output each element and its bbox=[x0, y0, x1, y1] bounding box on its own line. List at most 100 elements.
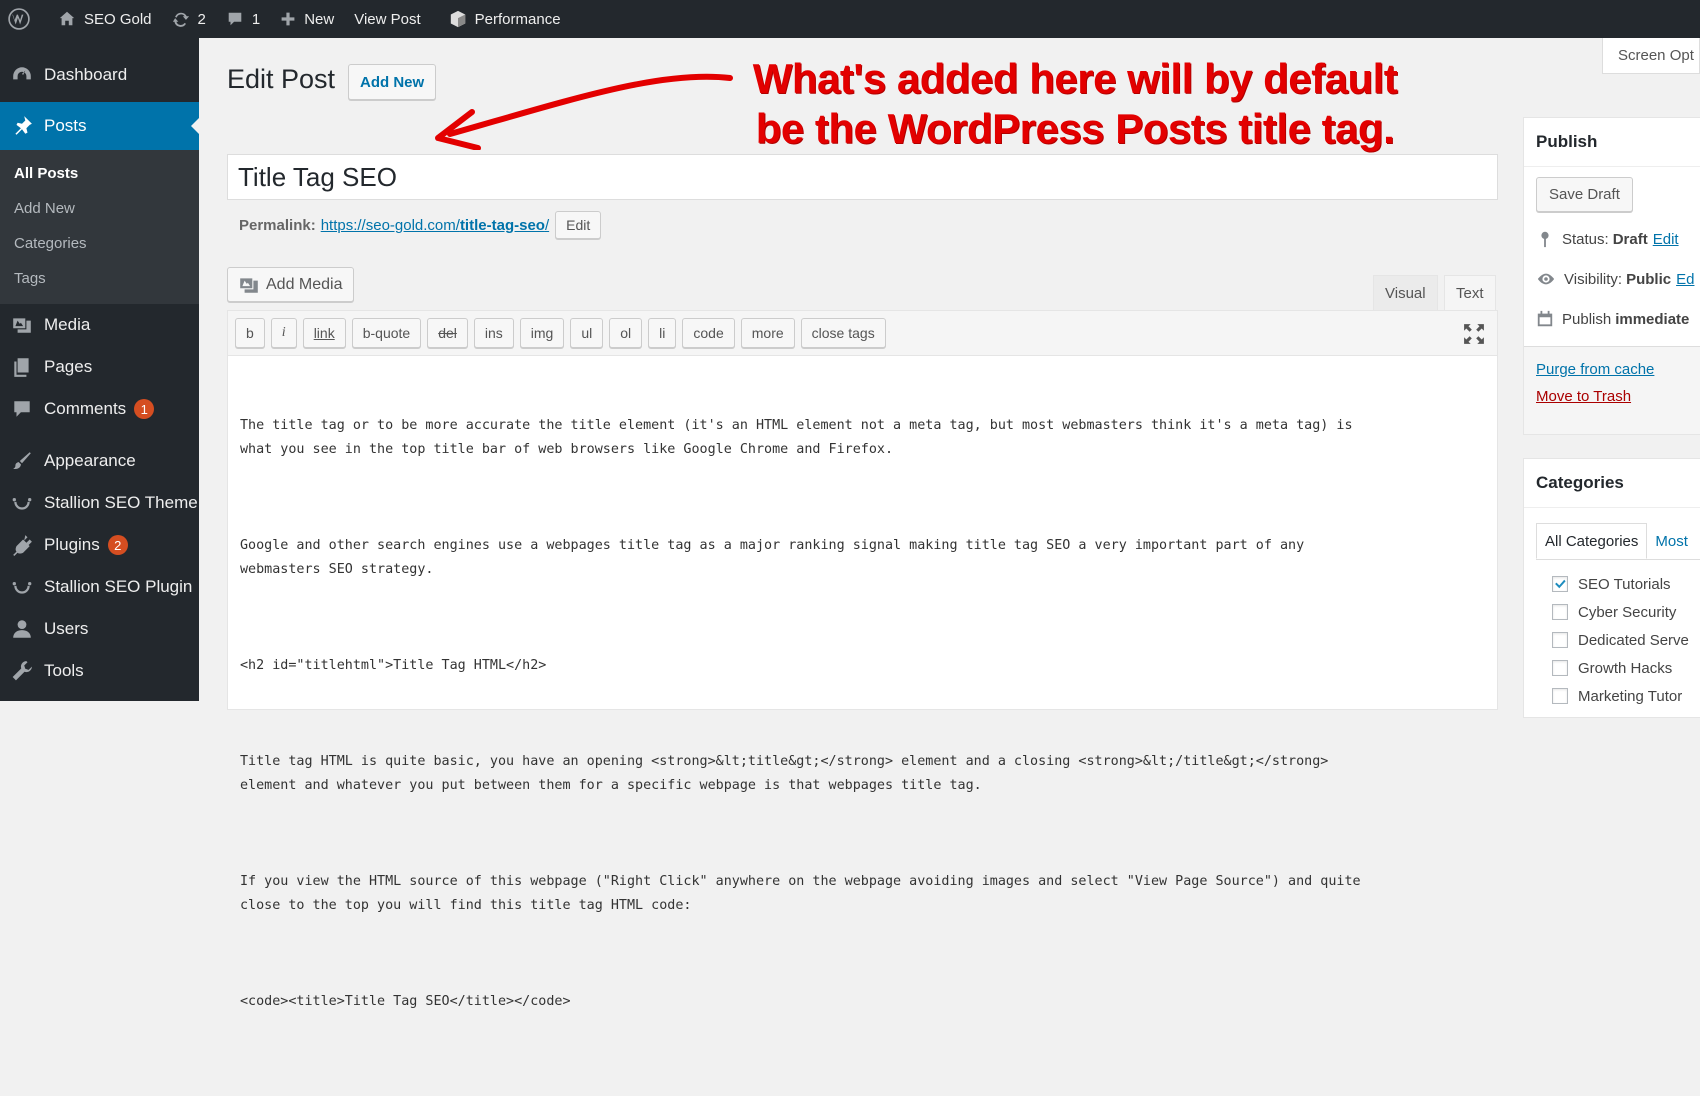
site-name-link[interactable]: SEO Gold bbox=[48, 0, 162, 38]
new-label: New bbox=[304, 10, 335, 28]
submenu-categories[interactable]: Categories bbox=[0, 226, 199, 261]
category-checkbox[interactable] bbox=[1552, 576, 1568, 592]
home-icon bbox=[58, 10, 76, 28]
wordpress-icon bbox=[8, 8, 30, 30]
sidebar-item-dashboard[interactable]: Dashboard bbox=[0, 54, 199, 96]
sidebar-item-appearance[interactable]: Appearance bbox=[0, 440, 199, 482]
sidebar-item-stallion-seo-theme[interactable]: Stallion SEO Theme bbox=[0, 482, 199, 524]
calendar-icon bbox=[1537, 310, 1553, 327]
admin-bar: SEO Gold 2 1 New View Post Performance bbox=[0, 0, 1700, 38]
sidebar-item-plugins[interactable]: Plugins 2 bbox=[0, 524, 199, 566]
status-edit-link[interactable]: Edit bbox=[1653, 231, 1679, 248]
categories-box: Categories All Categories Most SEO Tutor… bbox=[1523, 458, 1700, 718]
qt-ul-button[interactable]: ul bbox=[570, 318, 604, 348]
sidebar-item-stallion-seo-plugin[interactable]: Stallion SEO Plugin bbox=[0, 566, 199, 608]
sidebar-item-label: Stallion SEO Plugin bbox=[44, 577, 193, 596]
annotation-arrow bbox=[435, 73, 733, 150]
sidebar-item-label: Comments bbox=[44, 399, 127, 418]
fullscreen-icon[interactable] bbox=[1463, 323, 1485, 350]
visibility-edit-link[interactable]: Ed bbox=[1676, 271, 1694, 288]
visibility-row: Visibility: Public Ed bbox=[1536, 270, 1694, 288]
qt-link-button[interactable]: link bbox=[302, 318, 346, 348]
move-to-trash-link[interactable]: Move to Trash bbox=[1536, 388, 1631, 405]
sidebar-item-label: Tools bbox=[44, 661, 84, 680]
updates-link[interactable]: 2 bbox=[162, 0, 216, 38]
category-checkbox[interactable] bbox=[1552, 688, 1568, 704]
permalink-base: https://seo-gold.com/ bbox=[320, 216, 460, 234]
category-label: Growth Hacks bbox=[1578, 659, 1673, 677]
category-checkbox[interactable] bbox=[1552, 604, 1568, 620]
qt-ol-button[interactable]: ol bbox=[609, 318, 643, 348]
qt-close-tags-button[interactable]: close tags bbox=[800, 318, 886, 348]
permalink-link[interactable]: https://seo-gold.com/title-tag-seo/ bbox=[321, 217, 549, 234]
sidebar-item-tools[interactable]: Tools bbox=[0, 650, 199, 692]
sidebar-item-label: Dashboard bbox=[44, 65, 128, 84]
qt-del-button[interactable]: del bbox=[427, 318, 468, 348]
add-media-button[interactable]: Add Media bbox=[227, 267, 354, 302]
brush-icon bbox=[10, 449, 34, 473]
editor-textarea[interactable]: The title tag or to be more accurate the… bbox=[228, 356, 1497, 1096]
tab-most-used[interactable]: Most bbox=[1647, 523, 1696, 559]
tab-all-categories[interactable]: All Categories bbox=[1536, 523, 1648, 559]
qt-code-button[interactable]: code bbox=[682, 318, 735, 348]
category-checkbox[interactable] bbox=[1552, 660, 1568, 676]
category-label: Dedicated Serve bbox=[1578, 631, 1689, 649]
sidebar-item-comments[interactable]: Comments 1 bbox=[0, 388, 199, 430]
permalink-slug: title-tag-seo bbox=[459, 216, 545, 234]
pin-icon bbox=[10, 114, 34, 138]
status-row: Status: Draft Edit bbox=[1536, 230, 1679, 248]
qt-ins-button[interactable]: ins bbox=[473, 318, 514, 348]
annotation-text: What's added here will by default be the… bbox=[715, 54, 1435, 154]
plus-icon bbox=[280, 11, 296, 27]
categories-heading: Categories bbox=[1524, 459, 1700, 508]
view-post-link[interactable]: View Post bbox=[344, 0, 430, 38]
qt-blockquote-button[interactable]: b-quote bbox=[351, 318, 422, 348]
smile-icon bbox=[10, 575, 34, 599]
comments-link[interactable]: 1 bbox=[216, 0, 270, 38]
performance-link[interactable]: Performance bbox=[439, 0, 571, 38]
editor-paragraph: <h2 id="titlehtml">Title Tag HTML</h2> bbox=[240, 658, 547, 673]
tab-text[interactable]: Text bbox=[1444, 275, 1496, 310]
qt-img-button[interactable]: img bbox=[519, 318, 565, 348]
comments-badge: 1 bbox=[134, 399, 155, 419]
sidebar-item-label: Media bbox=[44, 315, 91, 334]
updates-icon bbox=[172, 10, 190, 28]
comments-icon bbox=[10, 397, 34, 421]
category-checkbox[interactable] bbox=[1552, 632, 1568, 648]
sidebar-item-users[interactable]: Users bbox=[0, 608, 199, 650]
publish-box: Publish Save Draft Status: Draft Edit Vi… bbox=[1523, 117, 1700, 435]
submenu-add-new[interactable]: Add New bbox=[0, 191, 199, 226]
post-title-input[interactable]: Title Tag SEO bbox=[227, 154, 1498, 200]
qt-italic-button[interactable]: i bbox=[270, 318, 297, 348]
category-tabs: All Categories Most bbox=[1536, 523, 1696, 559]
add-media-label: Add Media bbox=[266, 275, 343, 293]
list-item: Marketing Tutor bbox=[1536, 682, 1700, 710]
editor-paragraph: Title tag HTML is quite basic, you have … bbox=[240, 754, 1329, 793]
plugins-badge: 2 bbox=[107, 535, 128, 555]
submenu-tags[interactable]: Tags bbox=[0, 261, 199, 296]
screen-options-tab[interactable]: Screen Opt bbox=[1602, 38, 1700, 74]
permalink-edit-button[interactable]: Edit bbox=[555, 211, 602, 239]
qt-li-button[interactable]: li bbox=[648, 318, 677, 348]
purge-cache-link[interactable]: Purge from cache bbox=[1536, 361, 1654, 378]
wordpress-logo-button[interactable] bbox=[0, 0, 48, 38]
save-draft-button[interactable]: Save Draft bbox=[1536, 177, 1633, 212]
eye-icon bbox=[1537, 273, 1555, 285]
qt-more-button[interactable]: more bbox=[740, 318, 795, 348]
media-icon bbox=[240, 277, 258, 293]
sidebar-item-posts[interactable]: Posts bbox=[0, 102, 199, 150]
editor-paragraph: The title tag or to be more accurate the… bbox=[240, 418, 1353, 457]
users-icon bbox=[10, 617, 34, 641]
dashboard-icon bbox=[10, 63, 34, 87]
sidebar-item-label: Appearance bbox=[44, 451, 136, 470]
submenu-all-posts[interactable]: All Posts bbox=[0, 156, 199, 191]
tab-visual[interactable]: Visual bbox=[1373, 275, 1438, 310]
publishing-actions: Purge from cache Move to Trash bbox=[1524, 346, 1700, 434]
sidebar-item-pages[interactable]: Pages bbox=[0, 346, 199, 388]
sidebar-item-media[interactable]: Media bbox=[0, 304, 199, 346]
sidebar-item-label: Posts bbox=[44, 116, 87, 135]
new-content-link[interactable]: New bbox=[270, 0, 344, 38]
wrench-icon bbox=[10, 659, 34, 683]
list-item: SEO Tutorials bbox=[1536, 570, 1700, 598]
qt-bold-button[interactable]: b bbox=[235, 318, 265, 348]
